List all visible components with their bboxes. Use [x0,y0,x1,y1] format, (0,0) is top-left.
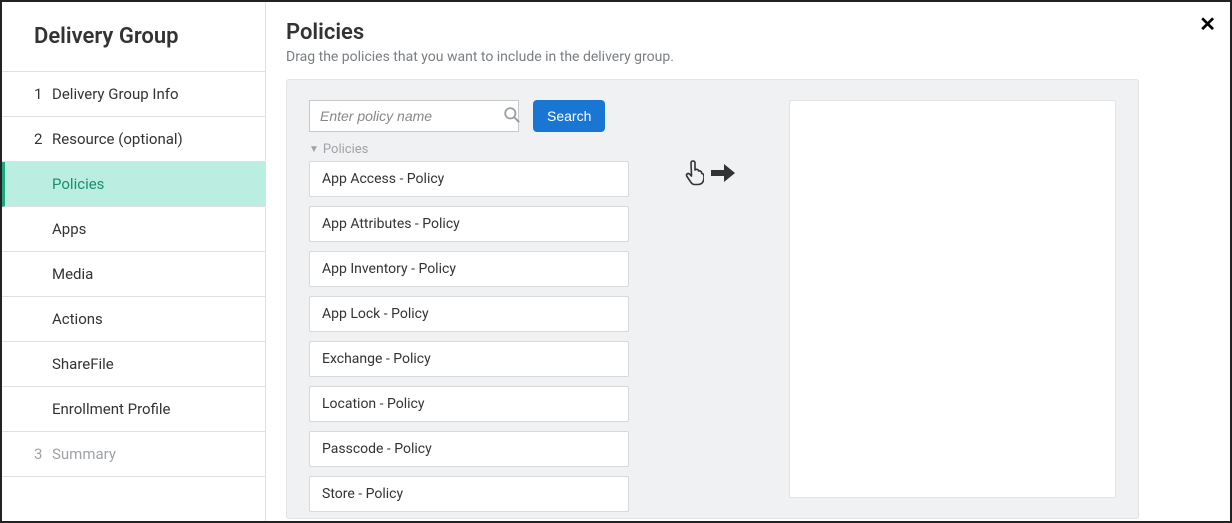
selected-policies-dropzone[interactable] [789,100,1116,498]
drag-hint-column [649,100,769,186]
search-icon [502,105,521,128]
step-resource[interactable]: 2 Resource (optional) [2,117,265,162]
search-input[interactable] [320,108,502,124]
policy-label: Store - Policy [322,486,403,502]
drag-panel: Search ▼ Policies App Access - Policy Ap… [286,79,1139,519]
search-box[interactable] [309,100,519,132]
page-subtitle: Drag the policies that you want to inclu… [286,49,1210,65]
policies-section-label: Policies [323,142,368,157]
sub-label: ShareFile [52,355,114,373]
sub-sharefile[interactable]: ShareFile [2,342,265,387]
sub-apps[interactable]: Apps [2,207,265,252]
policy-item[interactable]: Store - Policy [309,476,629,512]
policies-section-toggle[interactable]: ▼ Policies [309,140,629,161]
policy-item[interactable]: Exchange - Policy [309,341,629,377]
sub-label: Policies [52,175,104,193]
policy-item[interactable]: App Access - Policy [309,161,629,197]
step-delivery-group-info[interactable]: 1 Delivery Group Info [2,72,265,117]
caret-down-icon: ▼ [309,144,319,155]
step-number: 3 [34,445,52,463]
sub-label: Media [52,265,93,283]
wizard-sidebar: Delivery Group 1 Delivery Group Info 2 R… [2,2,266,521]
sub-label: Apps [52,220,86,238]
sub-enrollment-profile[interactable]: Enrollment Profile [2,387,265,432]
step-number: 1 [34,85,52,103]
sub-label: Enrollment Profile [52,400,170,418]
main-content: Policies Drag the policies that you want… [266,2,1230,521]
search-button[interactable]: Search [533,100,605,132]
sub-media[interactable]: Media [2,252,265,297]
policy-label: Exchange - Policy [322,351,431,367]
available-policies-column: Search ▼ Policies App Access - Policy Ap… [309,100,629,498]
policy-item[interactable]: App Attributes - Policy [309,206,629,242]
sub-label: Actions [52,310,103,328]
step-label: Resource (optional) [52,130,183,148]
step-number: 2 [34,130,52,148]
policy-item[interactable]: Passcode - Policy [309,431,629,467]
policy-item[interactable]: App Inventory - Policy [309,251,629,287]
policy-label: Location - Policy [322,396,424,412]
sub-policies[interactable]: Policies [2,162,265,207]
step-label: Summary [52,445,116,463]
sidebar-title: Delivery Group [2,2,265,72]
policy-item[interactable]: Location - Policy [309,386,629,422]
step-label: Delivery Group Info [52,85,179,103]
policy-label: App Attributes - Policy [322,216,460,232]
policy-label: App Access - Policy [322,171,444,187]
drag-hint-icon [682,160,736,186]
sub-actions[interactable]: Actions [2,297,265,342]
policy-label: Passcode - Policy [322,441,432,457]
policy-label: App Inventory - Policy [322,261,456,277]
close-icon[interactable]: ✕ [1199,12,1216,36]
step-summary[interactable]: 3 Summary [2,432,265,477]
policy-item[interactable]: App Lock - Policy [309,296,629,332]
policy-label: App Lock - Policy [322,306,429,322]
page-title: Policies [286,20,1210,45]
